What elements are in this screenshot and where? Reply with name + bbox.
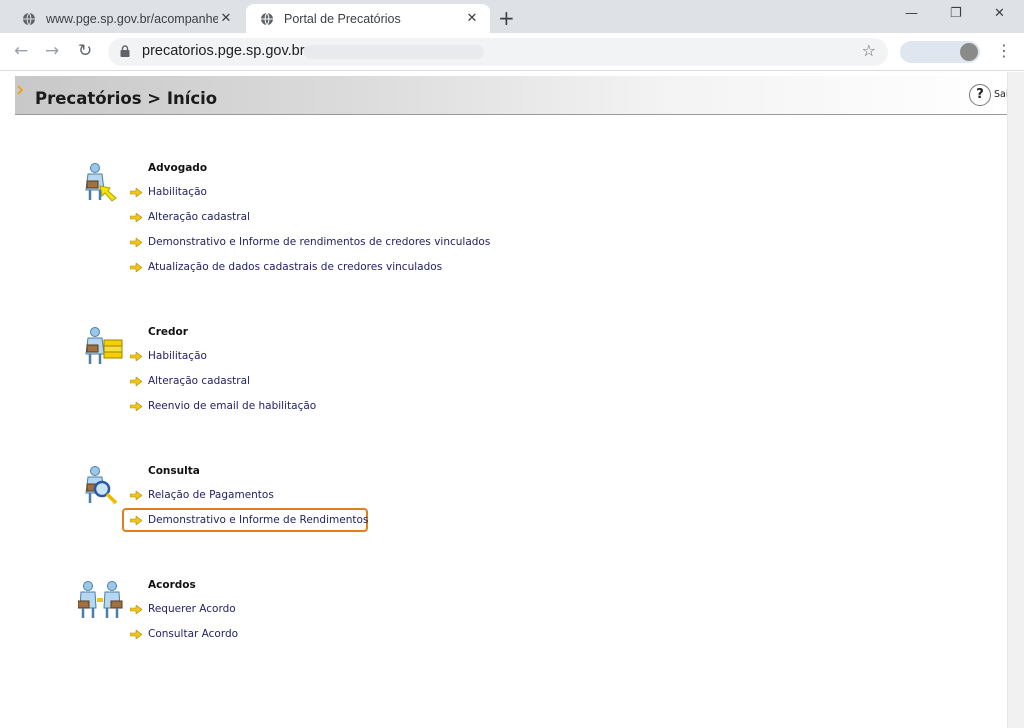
close-tab-icon[interactable]: ✕ bbox=[464, 11, 480, 26]
arrow-right-icon bbox=[130, 187, 142, 197]
url-text: precatorios.pge.sp.gov.br bbox=[142, 43, 305, 59]
link-label: Requerer Acordo bbox=[148, 603, 236, 615]
arrow-right-icon bbox=[130, 262, 142, 272]
arrow-right-icon bbox=[130, 351, 142, 361]
bookmark-star-icon[interactable]: ☆ bbox=[862, 41, 876, 60]
new-tab-button[interactable]: + bbox=[498, 6, 515, 30]
window-close-button[interactable]: ✕ bbox=[994, 6, 1005, 21]
arrow-right-icon bbox=[130, 401, 142, 411]
section-title: Credor bbox=[148, 326, 188, 338]
link-label: Reenvio de email de habilitação bbox=[148, 400, 317, 412]
link-demonstrativo-informe-rendimentos[interactable]: Demonstrativo e Informe de Rendimentos bbox=[130, 512, 368, 528]
browser-toolbar: ← → ↻ precatorios.pge.sp.gov.br ☆ ⋮ bbox=[0, 33, 1024, 71]
link-advogado-alteracao-cadastral[interactable]: Alteração cadastral bbox=[130, 209, 250, 225]
advogado-icon bbox=[85, 163, 117, 202]
link-relacao-pagamentos[interactable]: Relação de Pagamentos bbox=[130, 487, 274, 503]
tab-bar: www.pge.sp.gov.br/acompanhe/p ✕ Portal d… bbox=[0, 0, 1024, 33]
chevron-right-icon bbox=[17, 85, 23, 95]
link-label: Alteração cadastral bbox=[148, 211, 250, 223]
redacted-url-part bbox=[304, 45, 484, 59]
address-bar[interactable]: precatorios.pge.sp.gov.br ☆ bbox=[108, 38, 888, 66]
profile-button[interactable] bbox=[900, 41, 980, 63]
link-consultar-acordo[interactable]: Consultar Acordo bbox=[130, 626, 238, 642]
link-label: Relação de Pagamentos bbox=[148, 489, 274, 501]
arrow-right-icon bbox=[130, 604, 142, 614]
link-label: Demonstrativo e Informe de Rendimentos bbox=[148, 514, 369, 526]
lock-icon bbox=[120, 45, 130, 57]
close-tab-icon[interactable]: ✕ bbox=[218, 11, 234, 26]
section-title: Acordos bbox=[148, 579, 196, 591]
acordos-icon bbox=[78, 581, 123, 618]
reload-button[interactable]: ↻ bbox=[78, 41, 92, 61]
link-label: Alteração cadastral bbox=[148, 375, 250, 387]
page-title: Precatórios > Início bbox=[35, 89, 218, 108]
link-credor-habilitacao[interactable]: Habilitação bbox=[130, 348, 207, 364]
minimize-button[interactable]: — bbox=[905, 6, 918, 21]
arrow-right-icon bbox=[130, 237, 142, 247]
link-advogado-habilitacao[interactable]: Habilitação bbox=[130, 184, 207, 200]
tab-title: www.pge.sp.gov.br/acompanhe/p bbox=[46, 11, 218, 26]
link-label: Demonstrativo e Informe de rendimentos d… bbox=[148, 236, 491, 248]
link-requerer-acordo[interactable]: Requerer Acordo bbox=[130, 601, 236, 617]
browser-menu-icon[interactable]: ⋮ bbox=[996, 41, 1012, 60]
avatar bbox=[960, 43, 978, 61]
section-title: Advogado bbox=[148, 162, 208, 174]
globe-icon bbox=[23, 12, 35, 25]
arrow-right-icon bbox=[130, 515, 142, 525]
link-advogado-demonstrativo[interactable]: Demonstrativo e Informe de rendimentos d… bbox=[130, 234, 490, 250]
arrow-right-icon bbox=[130, 376, 142, 386]
arrow-right-icon bbox=[130, 490, 142, 500]
forward-button[interactable]: → bbox=[45, 41, 59, 61]
credor-icon bbox=[85, 327, 123, 364]
tab-pge-acompanhe[interactable]: www.pge.sp.gov.br/acompanhe/p ✕ bbox=[8, 4, 244, 33]
arrow-right-icon bbox=[130, 212, 142, 222]
help-icon[interactable]: ? bbox=[969, 84, 991, 106]
link-label: Habilitação bbox=[148, 186, 207, 198]
consulta-icon bbox=[85, 466, 118, 505]
globe-icon bbox=[261, 12, 273, 25]
page-content: Precatórios > Início ? Sair Advogado Hab… bbox=[0, 72, 1024, 728]
link-label: Habilitação bbox=[148, 350, 207, 362]
back-button[interactable]: ← bbox=[14, 41, 28, 61]
link-label: Atualização de dados cadastrais de credo… bbox=[148, 261, 443, 273]
tab-portal-precatorios[interactable]: Portal de Precatórios ✕ bbox=[246, 4, 490, 33]
section-title: Consulta bbox=[148, 465, 200, 477]
restore-button[interactable]: ❐ bbox=[950, 6, 962, 21]
link-advogado-atualizacao[interactable]: Atualização de dados cadastrais de credo… bbox=[130, 259, 442, 275]
link-label: Consultar Acordo bbox=[148, 628, 239, 640]
tab-title: Portal de Precatórios bbox=[284, 11, 401, 26]
link-credor-reenvio-email[interactable]: Reenvio de email de habilitação bbox=[130, 398, 316, 414]
arrow-right-icon bbox=[130, 629, 142, 639]
vertical-scrollbar[interactable] bbox=[1007, 72, 1024, 728]
link-credor-alteracao-cadastral[interactable]: Alteração cadastral bbox=[130, 373, 250, 389]
page-header: Precatórios > Início ? Sair bbox=[15, 76, 1012, 115]
